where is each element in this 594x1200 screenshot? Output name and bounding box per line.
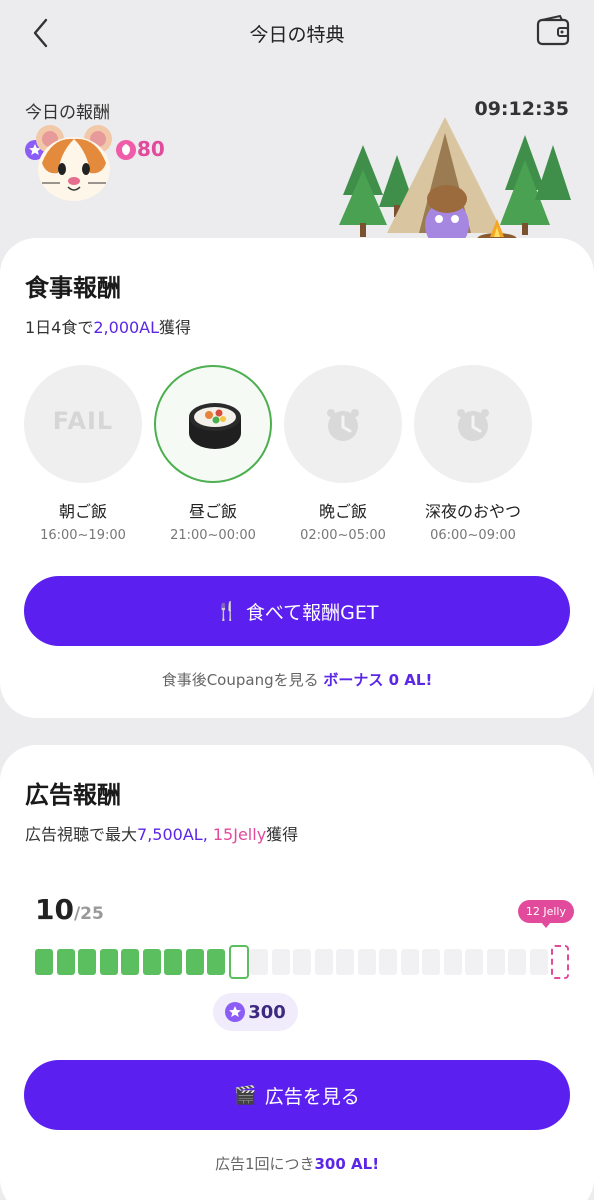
progress-segment xyxy=(35,949,53,975)
progress-total: /25 xyxy=(73,904,104,924)
meal-name: 昼ご飯 xyxy=(188,502,237,521)
ad-subtitle-post: 獲得 xyxy=(266,825,299,844)
meal-time: 16:00~19:00 xyxy=(40,528,126,543)
meal-circle xyxy=(154,365,272,483)
progress-segment xyxy=(486,949,505,975)
today-reward-label: 今日の報酬 xyxy=(25,103,110,123)
progress-segment xyxy=(336,949,354,975)
meal-note-text: 食事後Coupangを見る xyxy=(161,671,319,689)
meal-time: 06:00~09:00 xyxy=(430,528,516,543)
ad-subtitle-al: 7,500AL xyxy=(137,825,203,844)
progress-segment xyxy=(508,949,526,975)
meal-circle xyxy=(284,365,402,483)
ad-reward-note: 広告1回につき300 AL! xyxy=(0,1153,594,1174)
reward-count: 80 xyxy=(137,137,165,161)
meal-subtitle-amount: 2,000AL xyxy=(93,318,160,337)
meal-slot-dinner[interactable]: 晩ご飯 02:00~05:00 xyxy=(283,365,403,543)
watch-ad-button-label: 広告を見る xyxy=(264,1085,360,1108)
progress-segment xyxy=(529,949,548,975)
ad-subtitle: 広告視聴で最大7,500AL, 15Jelly獲得 xyxy=(25,821,298,845)
ad-progress-count: 10/25 xyxy=(35,893,104,926)
sushi-icon xyxy=(189,403,241,449)
jelly-badge-icon xyxy=(116,140,136,160)
progress-segment xyxy=(228,945,249,979)
meal-circle: FAIL xyxy=(24,365,142,483)
watch-ad-button[interactable]: 🎬 広告を見る xyxy=(24,1060,570,1130)
ad-reward-card: 広告報酬 広告視聴で最大7,500AL, 15Jelly獲得 10/25 12 … xyxy=(0,745,594,1200)
top-bar: 今日の特典 xyxy=(0,0,594,66)
star-coin-icon xyxy=(225,1002,246,1022)
page-title: 今日の特典 xyxy=(249,24,345,46)
progress-segment xyxy=(250,949,268,975)
progress-segment xyxy=(357,949,376,975)
progress-segment xyxy=(293,949,311,975)
progress-segment xyxy=(443,949,462,975)
meal-circle xyxy=(414,365,532,483)
meal-subtitle: 1日4食で2,000AL獲得 xyxy=(25,314,191,338)
meal-time: 02:00~05:00 xyxy=(300,528,386,543)
jelly-milestone-tag: 12 Jelly xyxy=(517,900,574,928)
progress-segment xyxy=(164,949,182,975)
meal-name: 深夜のおやつ xyxy=(424,502,521,521)
meal-time: 21:00~00:00 xyxy=(170,528,256,543)
meal-slot-lunch[interactable]: 昼ご飯 21:00~00:00 xyxy=(153,365,273,543)
wallet-icon xyxy=(536,14,570,46)
ad-subtitle-sep: , xyxy=(202,825,208,844)
meal-subtitle-post: 獲得 xyxy=(159,318,192,337)
progress-segment xyxy=(465,949,483,975)
eat-reward-button[interactable]: 🍴 食べて報酬GET xyxy=(24,576,570,646)
eat-reward-button-label: 食べて報酬GET xyxy=(245,601,379,624)
progress-goal-segment xyxy=(551,945,569,979)
meal-reward-card: 食事報酬 1日4食で2,000AL獲得 FAIL 朝ご飯 16:00~19:00 xyxy=(0,238,594,718)
ad-progress-bar xyxy=(35,945,569,979)
alarm-clock-icon xyxy=(457,409,489,441)
meal-subtitle-pre: 1日4食で xyxy=(25,318,94,337)
meal-title: 食事報酬 xyxy=(25,274,121,302)
ad-note-amount: 300 AL! xyxy=(314,1155,380,1173)
ad-title: 広告報酬 xyxy=(25,781,121,809)
meal-slots: FAIL 朝ご飯 16:00~19:00 昼ご飯 21:00~00:00 晩ご飯… xyxy=(23,365,543,555)
progress-current: 10 xyxy=(35,893,74,926)
ad-subtitle-pre: 広告視聴で最大 xyxy=(25,825,138,844)
progress-segment xyxy=(56,949,75,975)
progress-segment xyxy=(142,949,161,975)
progress-segment xyxy=(271,949,290,975)
hamster-avatar xyxy=(36,125,112,201)
progress-segment xyxy=(400,949,419,975)
meal-name: 晩ご飯 xyxy=(318,502,367,521)
bonus-pill: 300 xyxy=(213,993,298,1031)
fail-label: FAIL xyxy=(52,407,114,435)
ad-subtitle-jelly: 15Jelly xyxy=(212,825,267,844)
clapperboard-icon: 🎬 xyxy=(234,1084,257,1106)
ad-note-text: 広告1回につき xyxy=(214,1155,315,1173)
alarm-clock-icon xyxy=(327,409,359,441)
wallet-button[interactable] xyxy=(534,14,574,50)
progress-segment xyxy=(422,949,440,975)
progress-segment xyxy=(379,949,397,975)
meal-name: 朝ご飯 xyxy=(58,502,107,521)
meal-bonus-note: 食事後Coupangを見る ボーナス 0 AL! xyxy=(0,669,594,690)
progress-segment xyxy=(314,949,333,975)
progress-segment xyxy=(185,949,204,975)
meal-slot-late-snack[interactable]: 深夜のおやつ 06:00~09:00 xyxy=(413,365,533,543)
meal-bonus-link[interactable]: ボーナス 0 AL! xyxy=(323,671,432,689)
progress-segment xyxy=(121,949,139,975)
meal-slot-breakfast[interactable]: FAIL 朝ご飯 16:00~19:00 xyxy=(23,365,143,543)
progress-segment xyxy=(99,949,118,975)
bonus-value: 300 xyxy=(248,1001,286,1023)
progress-segment xyxy=(78,949,96,975)
fork-knife-icon: 🍴 xyxy=(215,600,238,622)
progress-segment xyxy=(207,949,225,975)
